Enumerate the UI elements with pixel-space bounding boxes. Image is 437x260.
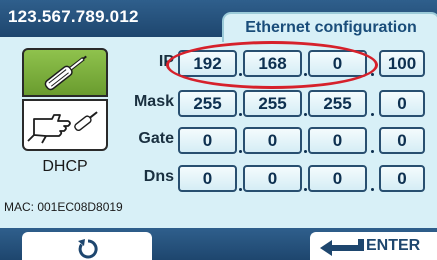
ip-label: IP xyxy=(158,53,174,70)
gate-octet-1[interactable]: 0 xyxy=(178,127,237,154)
screwdriver-icon xyxy=(44,55,87,91)
enter-label: ENTER xyxy=(366,237,421,254)
octet-separator xyxy=(304,113,307,116)
octet-separator xyxy=(371,150,374,153)
static-mode-button[interactable] xyxy=(22,48,108,97)
hand-pointing-icon xyxy=(27,111,98,144)
octet-separator xyxy=(371,73,374,76)
device-id: 123.567.789.012 xyxy=(8,7,139,26)
gate-octet-3[interactable]: 0 xyxy=(308,127,367,154)
ip-octet-4[interactable]: 100 xyxy=(379,50,425,77)
dhcp-mode-button[interactable] xyxy=(22,99,108,151)
mac-address: MAC: 001EC08D8019 xyxy=(4,200,123,214)
refresh-icon xyxy=(78,239,98,259)
octet-separator xyxy=(239,188,242,191)
octet-separator xyxy=(239,113,242,116)
back-button[interactable] xyxy=(22,232,152,260)
dhcp-label: DHCP xyxy=(42,158,88,175)
mask-octet-3[interactable]: 255 xyxy=(308,90,367,117)
octet-separator xyxy=(239,150,242,153)
dns-octet-2[interactable]: 0 xyxy=(243,165,302,192)
dns-label: Dns xyxy=(143,168,174,185)
octet-separator xyxy=(371,188,374,191)
gate-octet-2[interactable]: 0 xyxy=(243,127,302,154)
dns-octet-1[interactable]: 0 xyxy=(178,165,237,192)
dns-octet-4[interactable]: 0 xyxy=(379,165,425,192)
enter-button[interactable]: ENTER xyxy=(310,232,437,260)
tab-ethernet-configuration[interactable]: Ethernet configuration xyxy=(222,12,437,42)
gate-label: Gate xyxy=(138,130,174,147)
octet-separator xyxy=(304,150,307,153)
mask-octet-2[interactable]: 255 xyxy=(243,90,302,117)
octet-separator xyxy=(304,188,307,191)
mask-octet-1[interactable]: 255 xyxy=(178,90,237,117)
ip-highlight-ring xyxy=(166,41,378,89)
octet-separator xyxy=(371,113,374,116)
mask-octet-4[interactable]: 0 xyxy=(379,90,425,117)
dns-octet-3[interactable]: 0 xyxy=(308,165,367,192)
enter-arrow-icon xyxy=(320,239,364,256)
gate-octet-4[interactable]: 0 xyxy=(379,127,425,154)
mask-label: Mask xyxy=(133,93,174,110)
